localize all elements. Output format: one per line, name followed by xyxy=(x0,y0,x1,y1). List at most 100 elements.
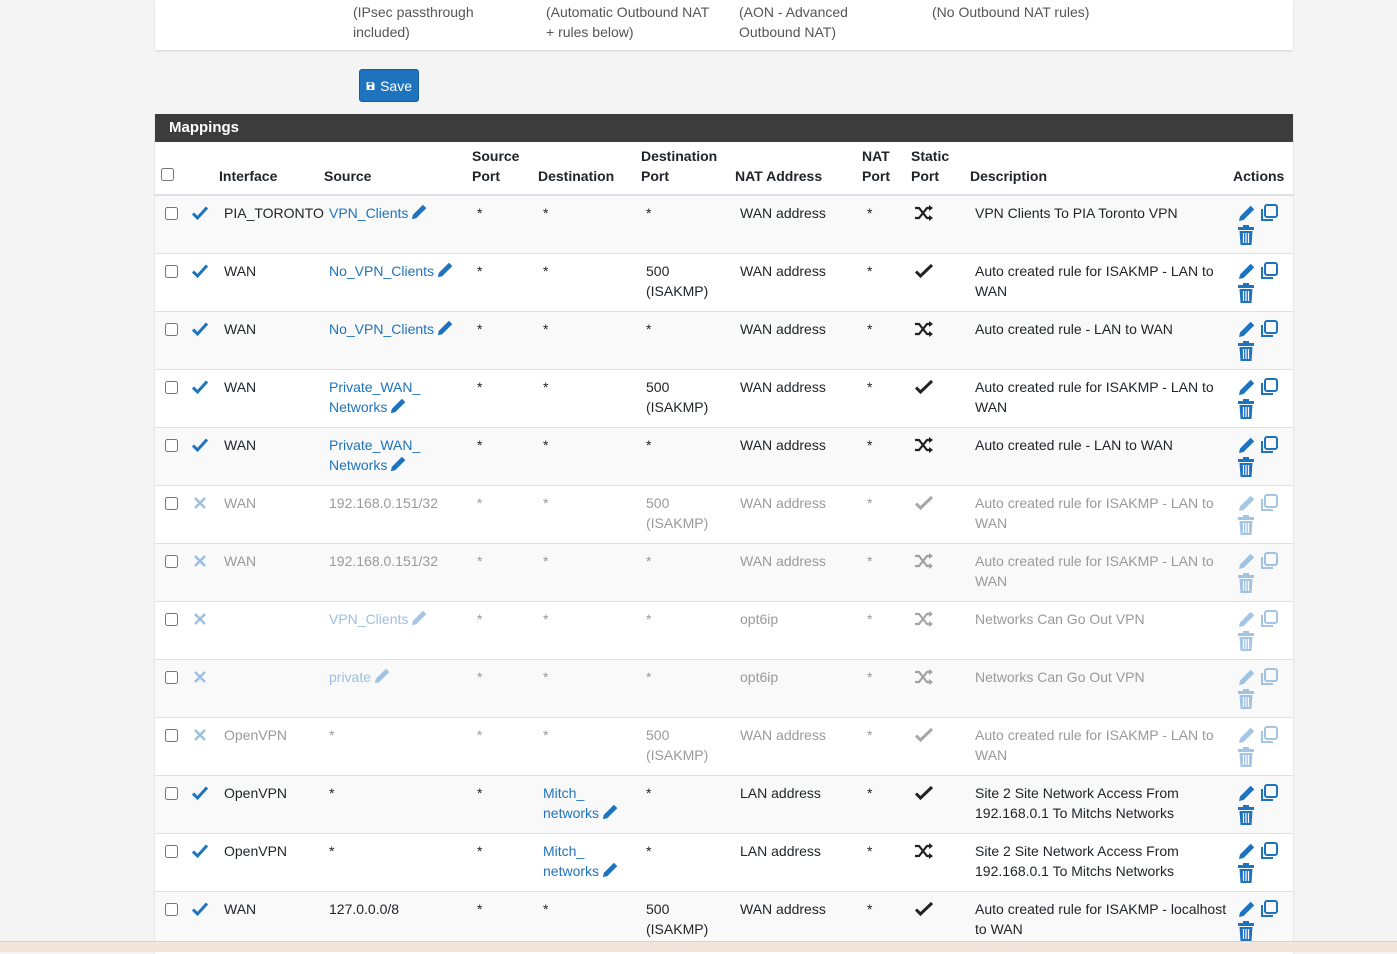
source-alias-link[interactable]: private xyxy=(329,669,371,685)
copy-rule-icon[interactable] xyxy=(1259,493,1279,513)
row-select-checkbox[interactable] xyxy=(165,845,178,858)
row-select-checkbox[interactable] xyxy=(165,729,178,742)
delete-rule-icon[interactable] xyxy=(1237,283,1255,303)
row-select-checkbox[interactable] xyxy=(165,207,178,220)
disabled-x-icon[interactable] xyxy=(191,668,209,686)
destination-cell: * xyxy=(543,203,638,223)
copy-rule-icon[interactable] xyxy=(1259,899,1279,919)
edit-rule-icon[interactable] xyxy=(1237,262,1256,281)
edit-alias-icon[interactable] xyxy=(601,861,619,879)
edit-alias-icon[interactable] xyxy=(389,455,407,473)
delete-rule-icon[interactable] xyxy=(1237,573,1255,593)
description-cell: Auto created rule for ISAKMP - LAN to WA… xyxy=(975,727,1214,763)
copy-rule-icon[interactable] xyxy=(1259,783,1279,803)
disabled-x-icon[interactable] xyxy=(191,610,209,628)
description-cell: Auto created rule for ISAKMP - LAN to WA… xyxy=(975,379,1214,415)
delete-rule-icon[interactable] xyxy=(1237,341,1255,361)
edit-alias-icon[interactable] xyxy=(410,203,428,221)
edit-rule-icon[interactable] xyxy=(1237,900,1256,919)
header-nat-address: NAT Address xyxy=(735,168,823,184)
table-row: OpenVPN * * Mitch_ networks * LAN addres… xyxy=(155,834,1293,892)
copy-rule-icon[interactable] xyxy=(1259,667,1279,687)
edit-alias-icon[interactable] xyxy=(436,319,454,337)
table-row: WAN Private_WAN_ Networks * * * WAN addr… xyxy=(155,428,1293,486)
row-select-checkbox[interactable] xyxy=(165,555,178,568)
source-alias-link[interactable]: No_VPN_Clients xyxy=(329,263,434,279)
delete-rule-icon[interactable] xyxy=(1237,399,1255,419)
destination-port-cell: 500 (ISAKMP) xyxy=(646,727,709,763)
edit-rule-icon[interactable] xyxy=(1237,668,1256,687)
description-cell: VPN Clients To PIA Toronto VPN xyxy=(975,205,1178,221)
copy-rule-icon[interactable] xyxy=(1259,725,1279,745)
copy-rule-icon[interactable] xyxy=(1259,551,1279,571)
enabled-check-icon[interactable] xyxy=(191,378,209,396)
enabled-check-icon[interactable] xyxy=(191,320,209,338)
delete-rule-icon[interactable] xyxy=(1237,747,1255,767)
destination-alias-link[interactable]: Mitch_ networks xyxy=(543,785,599,821)
edit-rule-icon[interactable] xyxy=(1237,552,1256,571)
row-select-checkbox[interactable] xyxy=(165,613,178,626)
edit-alias-icon[interactable] xyxy=(410,609,428,627)
save-button[interactable]: Save xyxy=(359,69,419,102)
destination-port-cell: * xyxy=(646,321,652,337)
destination-value: * xyxy=(543,437,549,453)
edit-rule-icon[interactable] xyxy=(1237,610,1256,629)
enabled-check-icon[interactable] xyxy=(191,204,209,222)
edit-rule-icon[interactable] xyxy=(1237,320,1256,339)
copy-rule-icon[interactable] xyxy=(1259,261,1279,281)
edit-alias-icon[interactable] xyxy=(373,667,391,685)
disabled-x-icon[interactable] xyxy=(191,494,209,512)
delete-rule-icon[interactable] xyxy=(1237,631,1255,651)
delete-rule-icon[interactable] xyxy=(1237,805,1255,825)
select-all-checkbox[interactable] xyxy=(161,168,174,181)
nat-address-cell: opt6ip xyxy=(740,611,779,627)
row-select-checkbox[interactable] xyxy=(165,265,178,278)
header-source-port: Source Port xyxy=(472,148,520,184)
destination-alias-link[interactable]: Mitch_ networks xyxy=(543,843,599,879)
copy-rule-icon[interactable] xyxy=(1259,609,1279,629)
delete-rule-icon[interactable] xyxy=(1237,921,1255,941)
row-select-checkbox[interactable] xyxy=(165,323,178,336)
copy-rule-icon[interactable] xyxy=(1259,377,1279,397)
delete-rule-icon[interactable] xyxy=(1237,225,1255,245)
edit-alias-icon[interactable] xyxy=(436,261,454,279)
delete-rule-icon[interactable] xyxy=(1237,689,1255,709)
row-select-checkbox[interactable] xyxy=(165,671,178,684)
destination-port-cell: * xyxy=(646,669,652,685)
copy-rule-icon[interactable] xyxy=(1259,841,1279,861)
edit-rule-icon[interactable] xyxy=(1237,436,1256,455)
disabled-x-icon[interactable] xyxy=(191,726,209,744)
edit-alias-icon[interactable] xyxy=(389,397,407,415)
row-select-checkbox[interactable] xyxy=(165,381,178,394)
row-select-checkbox[interactable] xyxy=(165,439,178,452)
delete-rule-icon[interactable] xyxy=(1237,515,1255,535)
source-alias-link[interactable]: No_VPN_Clients xyxy=(329,321,434,337)
edit-rule-icon[interactable] xyxy=(1237,204,1256,223)
row-select-checkbox[interactable] xyxy=(165,497,178,510)
enabled-check-icon[interactable] xyxy=(191,262,209,280)
source-alias-link[interactable]: VPN_Clients xyxy=(329,611,408,627)
copy-rule-icon[interactable] xyxy=(1259,203,1279,223)
copy-rule-icon[interactable] xyxy=(1259,319,1279,339)
delete-rule-icon[interactable] xyxy=(1237,457,1255,477)
row-select-checkbox[interactable] xyxy=(165,903,178,916)
edit-alias-icon[interactable] xyxy=(601,803,619,821)
interface-cell: WAN xyxy=(224,263,257,279)
delete-rule-icon[interactable] xyxy=(1237,863,1255,883)
enabled-check-icon[interactable] xyxy=(191,436,209,454)
edit-rule-icon[interactable] xyxy=(1237,784,1256,803)
enabled-check-icon[interactable] xyxy=(191,784,209,802)
disabled-x-icon[interactable] xyxy=(191,552,209,570)
mode-note-automatic: (IPsec passthrough included) xyxy=(353,4,474,40)
edit-rule-icon[interactable] xyxy=(1237,726,1256,745)
edit-rule-icon[interactable] xyxy=(1237,378,1256,397)
destination-cell: * xyxy=(543,725,638,745)
source-alias-link[interactable]: VPN_Clients xyxy=(329,205,408,221)
copy-rule-icon[interactable] xyxy=(1259,435,1279,455)
enabled-check-icon[interactable] xyxy=(191,842,209,860)
edit-rule-icon[interactable] xyxy=(1237,842,1256,861)
destination-port-cell: * xyxy=(646,553,652,569)
enabled-check-icon[interactable] xyxy=(191,900,209,918)
edit-rule-icon[interactable] xyxy=(1237,494,1256,513)
row-select-checkbox[interactable] xyxy=(165,787,178,800)
